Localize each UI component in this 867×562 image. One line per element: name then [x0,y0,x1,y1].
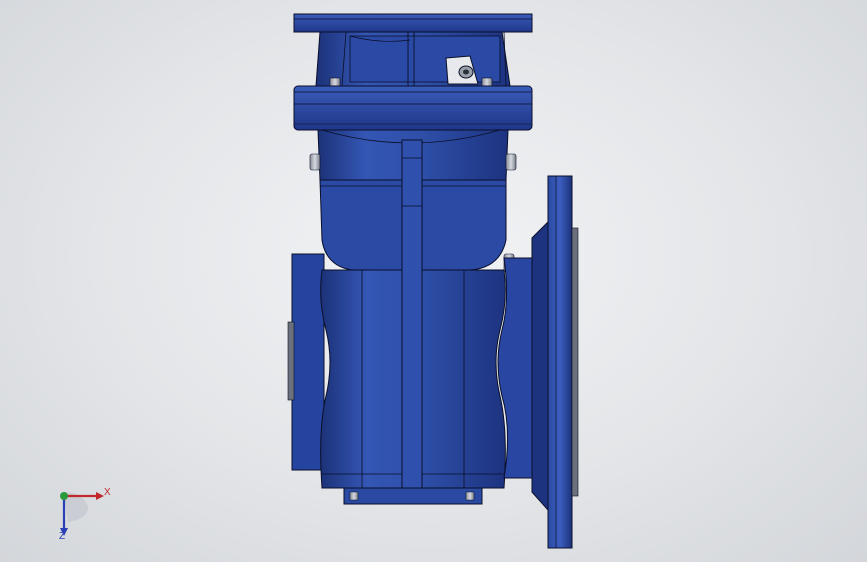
motor-adapter[interactable] [315,31,511,87]
right-output-flange[interactable] [497,175,579,549]
z-axis-label: Z [59,531,66,542]
bottom-foot [343,487,483,505]
cad-model-view[interactable] [0,0,867,562]
x-axis-label: X [104,487,111,498]
left-bearing-cap[interactable] [287,253,325,471]
top-flange[interactable] [293,13,533,33]
y-axis-dot [60,492,68,500]
graphics-viewport[interactable]: X Z [0,0,867,562]
mid-flange[interactable] [293,85,533,131]
center-rib [401,139,423,491]
